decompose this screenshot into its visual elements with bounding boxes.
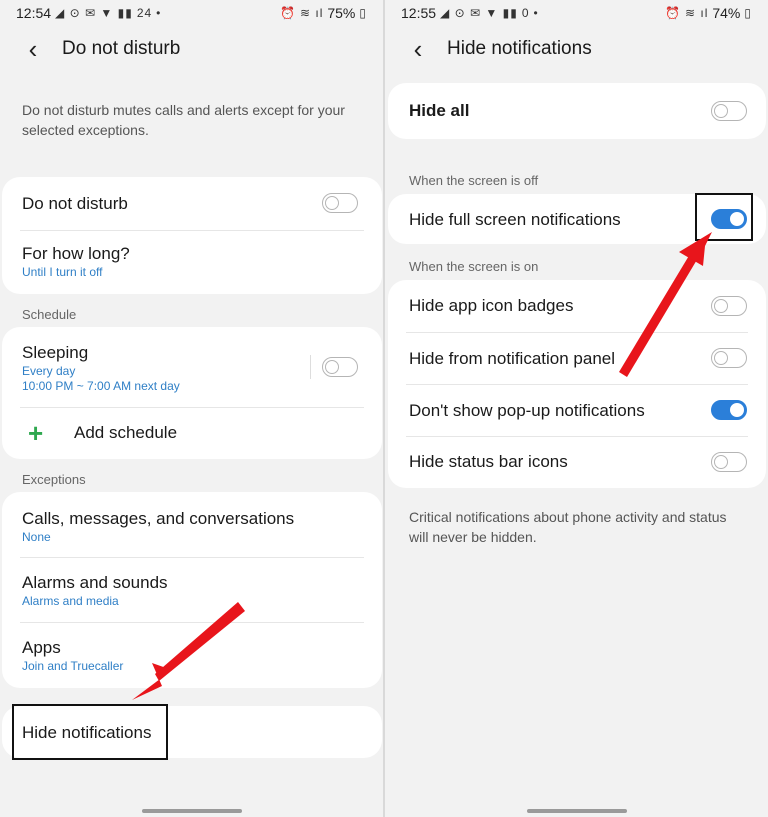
sleeping-days: Every day — [22, 364, 76, 378]
sleeping-label: Sleeping — [22, 343, 89, 362]
screen-on-card: Hide app icon badges Hide from notificat… — [388, 280, 766, 488]
network-speed: 24 — [136, 6, 153, 20]
exceptions-card: Calls, messages, and conversations None … — [2, 492, 382, 688]
hide-all-card: Hide all — [388, 83, 766, 139]
status-bar: 12:55 ◢ ⊙ ✉ ▼ ▮▮ 0 • ⏰ ≋ ıl 74% ▯ — [385, 0, 768, 26]
battery-level: 75% — [327, 5, 356, 21]
schedule-card: Sleeping Every day 10:00 PM ~ 7:00 AM ne… — [2, 327, 382, 459]
wifi-signal-icon: ≋ ıl — [299, 6, 324, 20]
nav-handle[interactable] — [141, 809, 242, 813]
status-icons-label: Hide status bar icons — [409, 452, 568, 471]
highlight-box — [12, 704, 168, 760]
clock: 12:54 — [16, 5, 52, 21]
notification-icons: ◢ ⊙ ✉ ▼ ▮▮ — [440, 6, 518, 20]
exception-label: Alarms and sounds — [22, 573, 168, 592]
sleeping-switch[interactable] — [322, 357, 358, 377]
exception-row-apps[interactable]: Apps Join and Truecaller — [2, 623, 382, 688]
popup-row[interactable]: Don't show pop-up notifications — [388, 385, 766, 437]
dot-icon: • — [533, 6, 539, 20]
exception-sub: None — [22, 530, 51, 544]
separator — [310, 355, 311, 379]
battery-icon: ▯ — [744, 6, 752, 20]
panel-switch[interactable] — [711, 348, 747, 368]
dnd-main-card: Do not disturb For how long? Until I tur… — [2, 177, 382, 294]
sleeping-row[interactable]: Sleeping Every day 10:00 PM ~ 7:00 AM ne… — [2, 327, 382, 407]
exception-label: Calls, messages, and conversations — [22, 509, 295, 528]
duration-row[interactable]: For how long? Until I turn it off — [2, 231, 382, 293]
badges-label: Hide app icon badges — [409, 296, 574, 315]
add-schedule-label: Add schedule — [74, 423, 178, 442]
exceptions-header: Exceptions — [22, 472, 86, 487]
sleeping-time: 10:00 PM ~ 7:00 AM next day — [22, 379, 180, 393]
highlight-box — [695, 193, 753, 241]
duration-value: Until I turn it off — [22, 265, 103, 279]
alarm-icon: ⏰ — [665, 6, 681, 20]
panel-row[interactable]: Hide from notification panel — [388, 333, 766, 385]
hide-all-label: Hide all — [409, 101, 470, 120]
back-icon[interactable]: ‹ — [407, 36, 429, 62]
exception-row-calls[interactable]: Calls, messages, and conversations None — [2, 492, 382, 557]
notification-icons: ◢ ⊙ ✉ ▼ ▮▮ — [55, 6, 133, 20]
page-title: Hide notifications — [447, 38, 592, 59]
exception-sub: Alarms and media — [22, 594, 119, 608]
header: ‹ Do not disturb — [22, 36, 373, 62]
panel-label: Hide from notification panel — [409, 349, 616, 368]
header: ‹ Hide notifications — [407, 36, 758, 62]
plus-icon: + — [28, 418, 44, 448]
screen-off-header: When the screen is off — [409, 173, 539, 188]
battery-icon: ▯ — [359, 6, 367, 20]
back-icon[interactable]: ‹ — [22, 36, 44, 62]
network-speed: 0 — [521, 6, 530, 20]
popup-switch[interactable] — [711, 400, 747, 420]
page-title: Do not disturb — [62, 38, 181, 59]
exception-row-alarms[interactable]: Alarms and sounds Alarms and media — [2, 558, 382, 622]
schedule-header: Schedule — [22, 307, 77, 322]
hide-all-switch[interactable] — [711, 101, 747, 121]
dnd-toggle-row[interactable]: Do not disturb — [2, 177, 382, 230]
duration-label: For how long? — [22, 244, 130, 263]
exception-sub: Join and Truecaller — [22, 659, 124, 673]
popup-label: Don't show pop-up notifications — [409, 401, 645, 420]
badges-row[interactable]: Hide app icon badges — [388, 280, 766, 332]
status-bar: 12:54 ◢ ⊙ ✉ ▼ ▮▮ 24 • ⏰ ≋ ıl 75% ▯ — [0, 0, 383, 26]
status-icons-switch[interactable] — [711, 452, 747, 472]
nav-handle[interactable] — [526, 809, 627, 813]
hide-notifications-screen: 12:55 ◢ ⊙ ✉ ▼ ▮▮ 0 • ⏰ ≋ ıl 74% ▯ ‹ Hide… — [385, 0, 768, 817]
add-schedule-row[interactable]: + Add schedule — [2, 408, 382, 459]
hide-all-row[interactable]: Hide all — [388, 83, 766, 139]
dnd-description: Do not disturb mutes calls and alerts ex… — [22, 102, 345, 138]
full-screen-label: Hide full screen notifications — [409, 210, 621, 229]
clock: 12:55 — [401, 5, 437, 21]
dnd-switch[interactable] — [322, 193, 358, 213]
footer-note: Critical notifications about phone activ… — [409, 509, 727, 545]
exception-label: Apps — [22, 638, 61, 657]
screen-on-header: When the screen is on — [409, 259, 539, 274]
alarm-icon: ⏰ — [280, 6, 296, 20]
dnd-label: Do not disturb — [22, 193, 128, 213]
dot-icon: • — [156, 6, 162, 20]
status-icons-row[interactable]: Hide status bar icons — [388, 437, 766, 488]
wifi-signal-icon: ≋ ıl — [684, 6, 709, 20]
badges-switch[interactable] — [711, 296, 747, 316]
battery-level: 74% — [712, 5, 741, 21]
dnd-screen: 12:54 ◢ ⊙ ✉ ▼ ▮▮ 24 • ⏰ ≋ ıl 75% ▯ ‹ Do … — [0, 0, 383, 817]
